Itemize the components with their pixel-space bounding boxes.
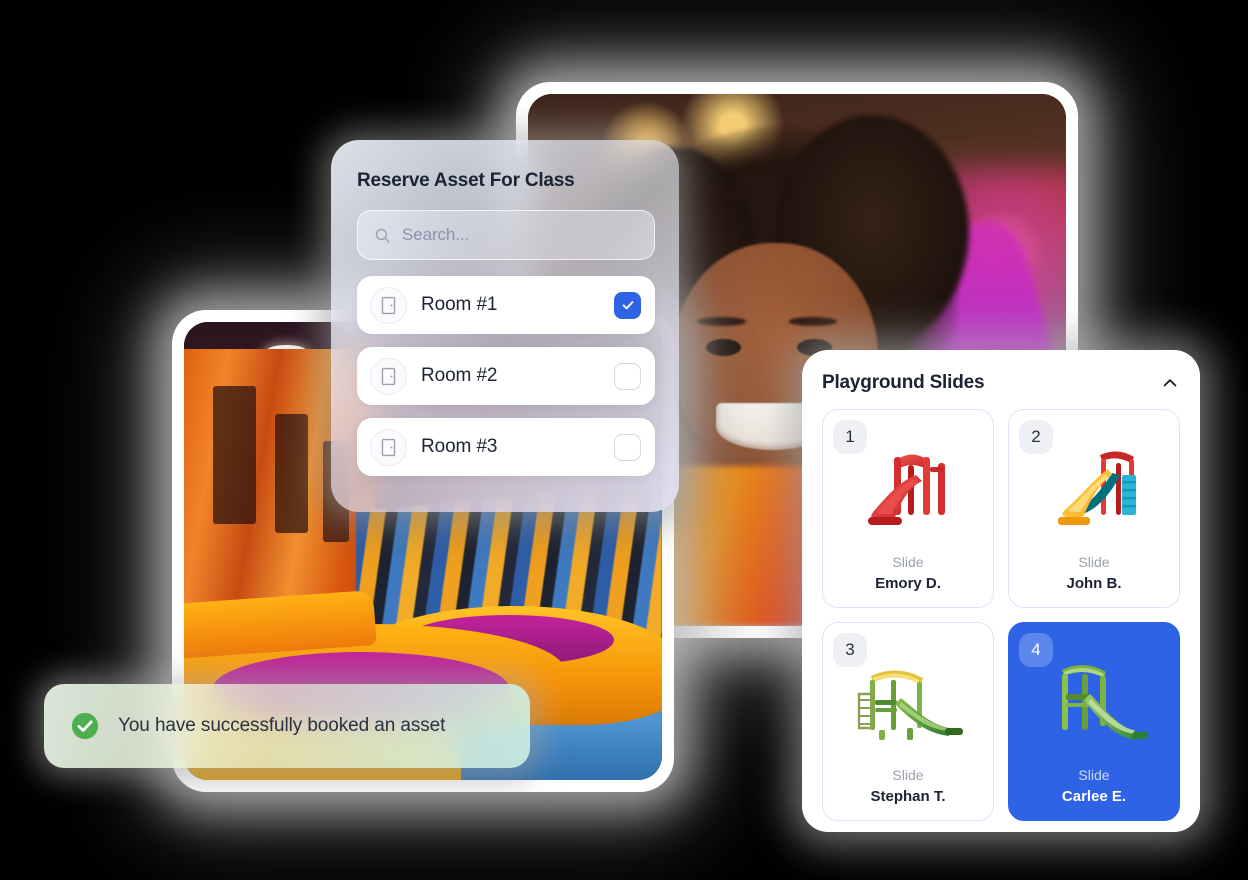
room-list-item[interactable]: Room #2: [357, 347, 655, 405]
room-list-item[interactable]: Room #1: [357, 276, 655, 334]
room-label: Room #2: [421, 365, 498, 386]
chevron-up-icon[interactable]: [1160, 373, 1180, 393]
slide-card[interactable]: 3 Slide Stephan T.: [822, 622, 994, 821]
slide-card[interactable]: 2 Slide John B.: [1008, 409, 1180, 608]
slide-person: John B.: [1066, 575, 1122, 593]
slide-person: Emory D.: [875, 575, 941, 593]
slide-person: Stephan T.: [870, 788, 946, 806]
room-list-item[interactable]: Room #3: [357, 418, 655, 476]
screenshot-stage: Reserve Asset For Class Search... Room #…: [0, 0, 1248, 880]
room-checkbox[interactable]: [614, 433, 641, 461]
modal-title: Reserve Asset For Class: [357, 170, 575, 191]
slide-kind: Slide: [1078, 554, 1110, 571]
slide-number-badge: 4: [1019, 633, 1053, 667]
search-input[interactable]: Search...: [357, 210, 655, 260]
slide-kind: Slide: [1078, 767, 1110, 784]
search-placeholder: Search...: [402, 225, 470, 244]
slides-panel-header: Playground Slides: [822, 372, 1180, 394]
reserve-asset-modal: Reserve Asset For Class Search... Room #…: [331, 140, 679, 512]
slide-number-badge: 2: [1019, 420, 1053, 454]
slide-kind: Slide: [892, 554, 924, 571]
slide-person: Carlee E.: [1061, 788, 1127, 806]
door-icon: [370, 357, 407, 395]
slide-number-badge: 3: [833, 633, 867, 667]
slides-grid: 1 Slide Emory D. 2 Slide John B. 3 Slide…: [822, 409, 1180, 821]
search-icon: [375, 228, 390, 243]
slide-card[interactable]: 4 Slide Carlee E.: [1008, 622, 1180, 821]
room-label: Room #3: [421, 436, 498, 457]
door-icon: [370, 286, 407, 324]
door-icon: [370, 428, 407, 466]
slide-card[interactable]: 1 Slide Emory D.: [822, 409, 994, 608]
slides-panel-title: Playground Slides: [822, 372, 985, 393]
room-checkbox[interactable]: [614, 362, 641, 390]
playground-slides-panel: Playground Slides 1 Slide Emory D. 2 Sli…: [802, 350, 1200, 832]
success-toast: You have successfully booked an asset: [44, 684, 530, 768]
slide-number-badge: 1: [833, 420, 867, 454]
room-checkbox[interactable]: [614, 291, 641, 319]
check-circle-icon: [71, 712, 99, 740]
slide-kind: Slide: [892, 767, 924, 784]
toast-message: You have successfully booked an asset: [118, 715, 446, 736]
room-label: Room #1: [421, 294, 498, 315]
